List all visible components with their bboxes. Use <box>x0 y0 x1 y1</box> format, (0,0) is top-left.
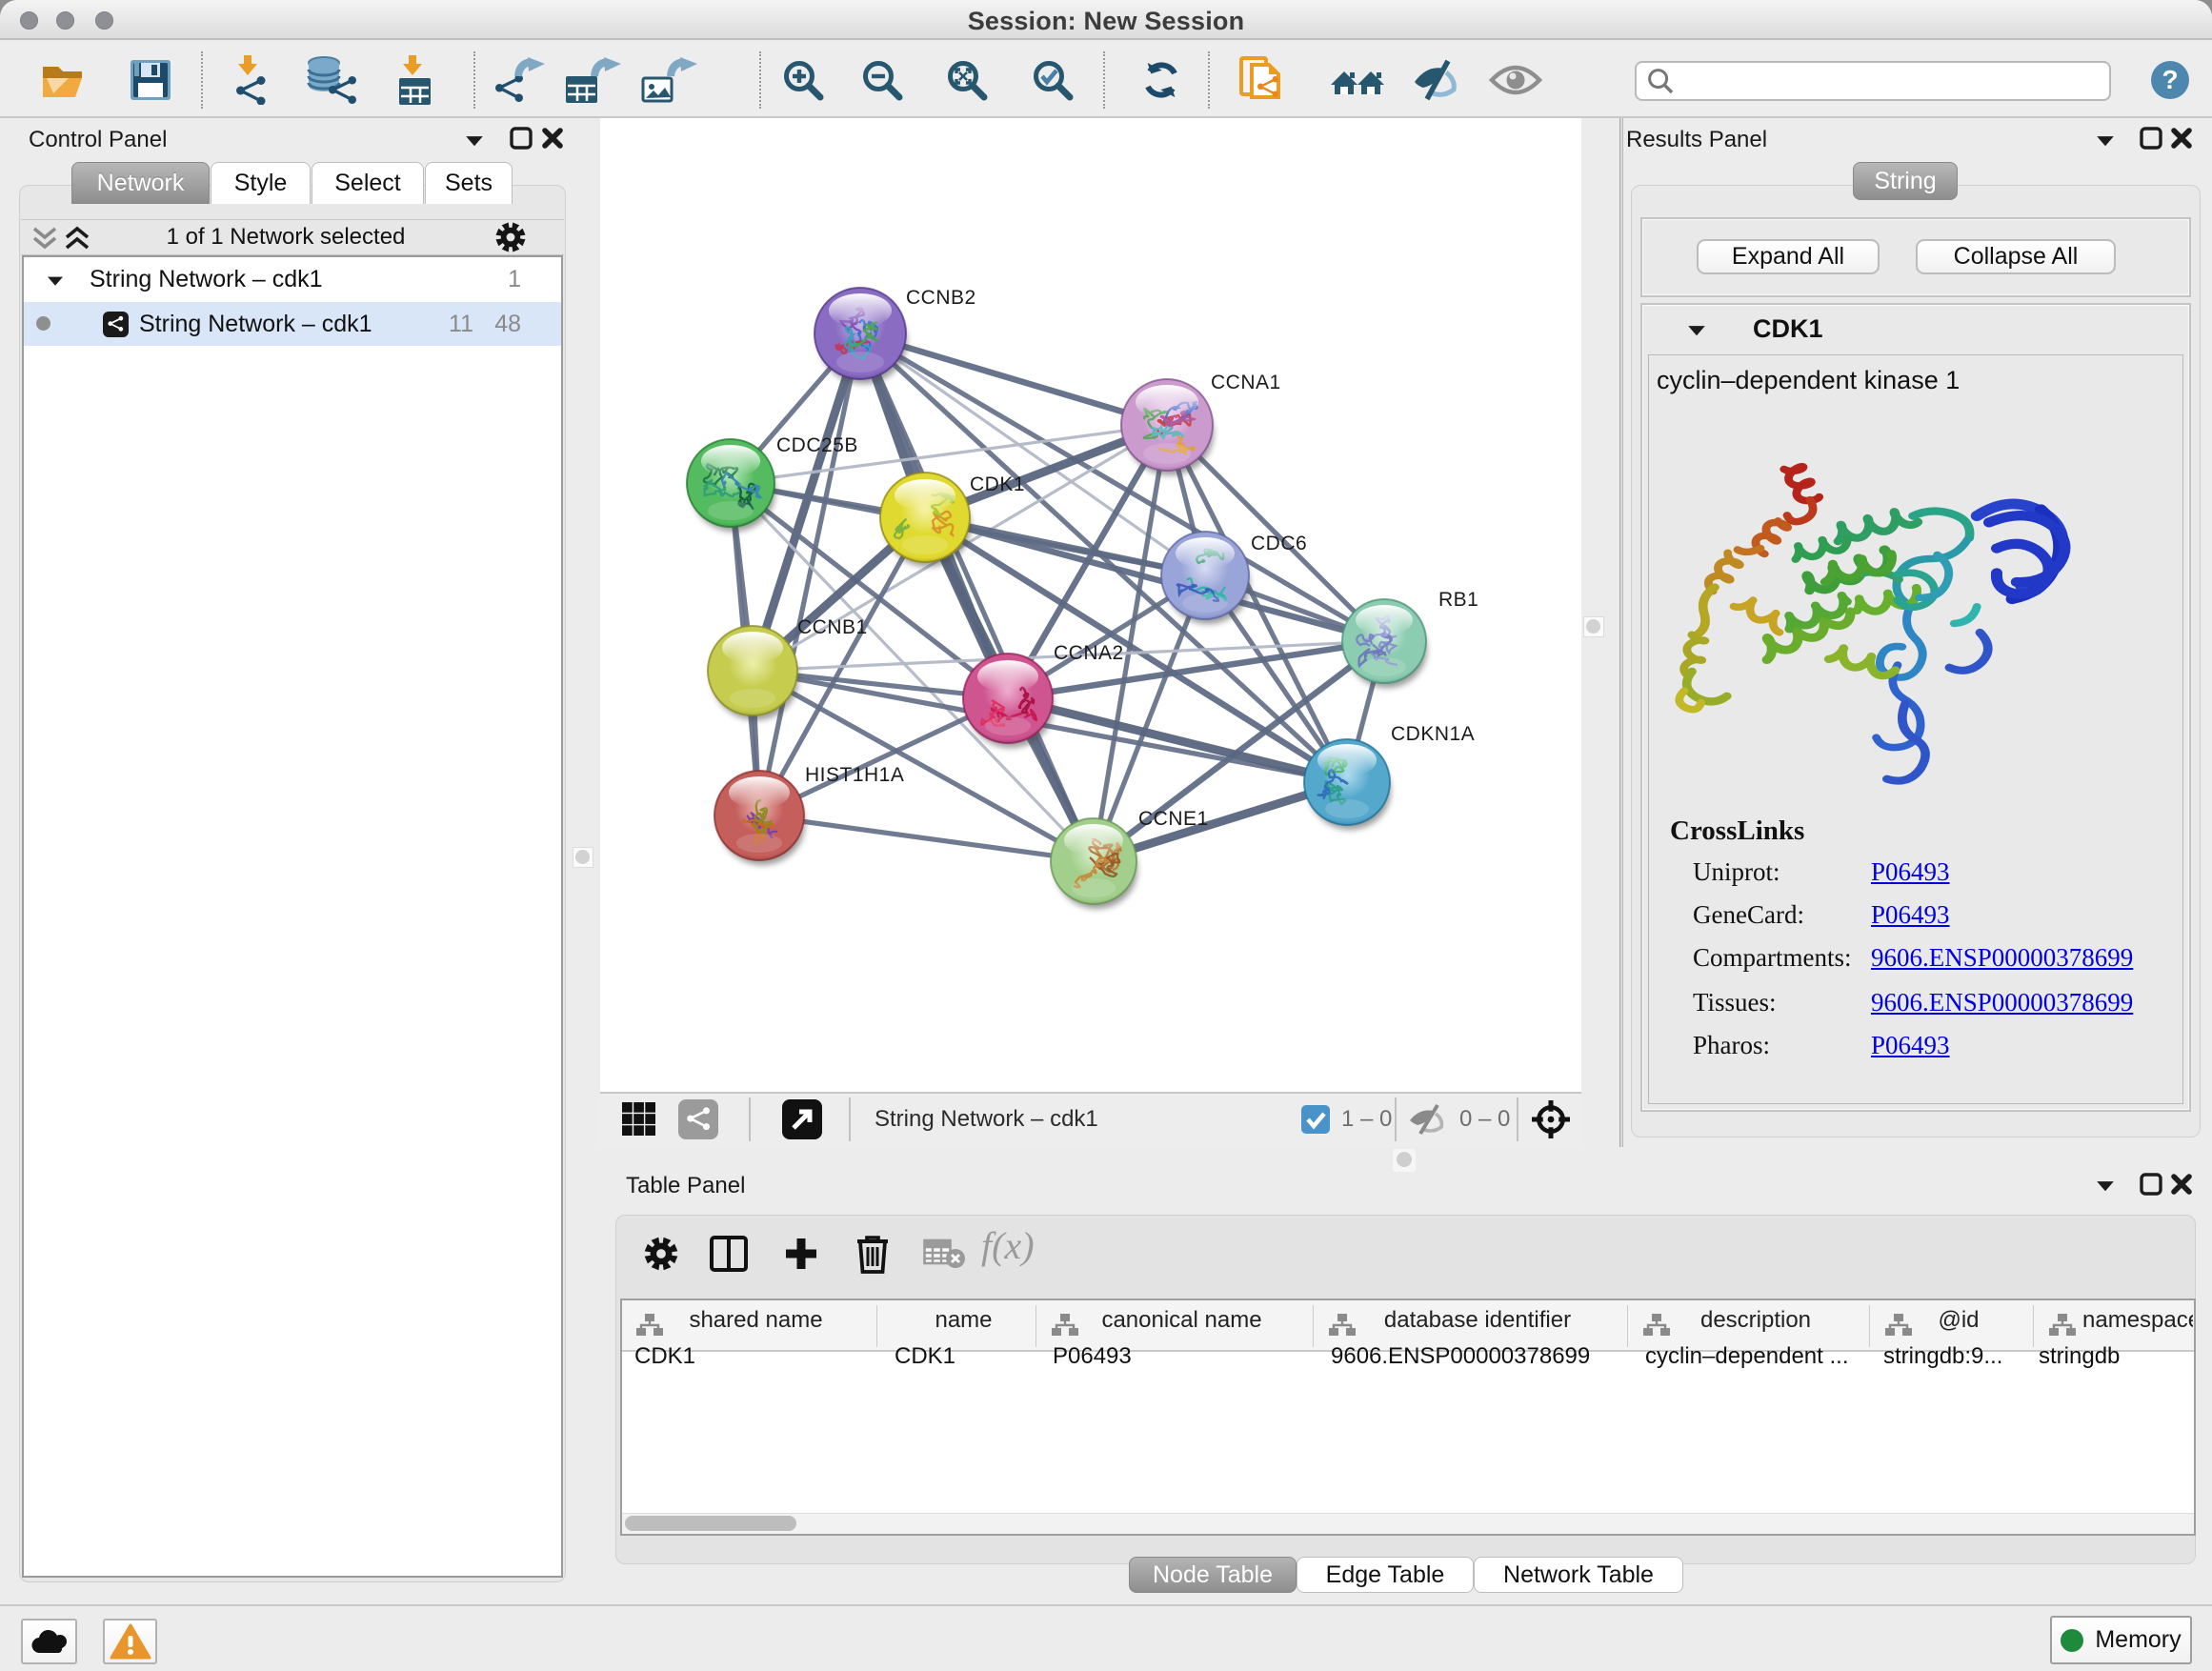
svg-text:CDC25B: CDC25B <box>776 434 858 456</box>
svg-text:CCNB2: CCNB2 <box>906 287 976 309</box>
svg-text:RB1: RB1 <box>1438 589 1478 611</box>
svg-text:CCNA2: CCNA2 <box>1054 642 1124 664</box>
svg-text:CCNA1: CCNA1 <box>1211 372 1281 393</box>
svg-text:CDC6: CDC6 <box>1251 533 1307 554</box>
svg-text:CDKN1A: CDKN1A <box>1391 723 1475 745</box>
svg-text:CCNB1: CCNB1 <box>797 616 868 638</box>
svg-text:CDK1: CDK1 <box>970 473 1025 495</box>
svg-text:CCNE1: CCNE1 <box>1138 808 1209 830</box>
svg-text:HIST1H1A: HIST1H1A <box>805 764 904 786</box>
svg-text:?: ? <box>2162 65 2178 94</box>
